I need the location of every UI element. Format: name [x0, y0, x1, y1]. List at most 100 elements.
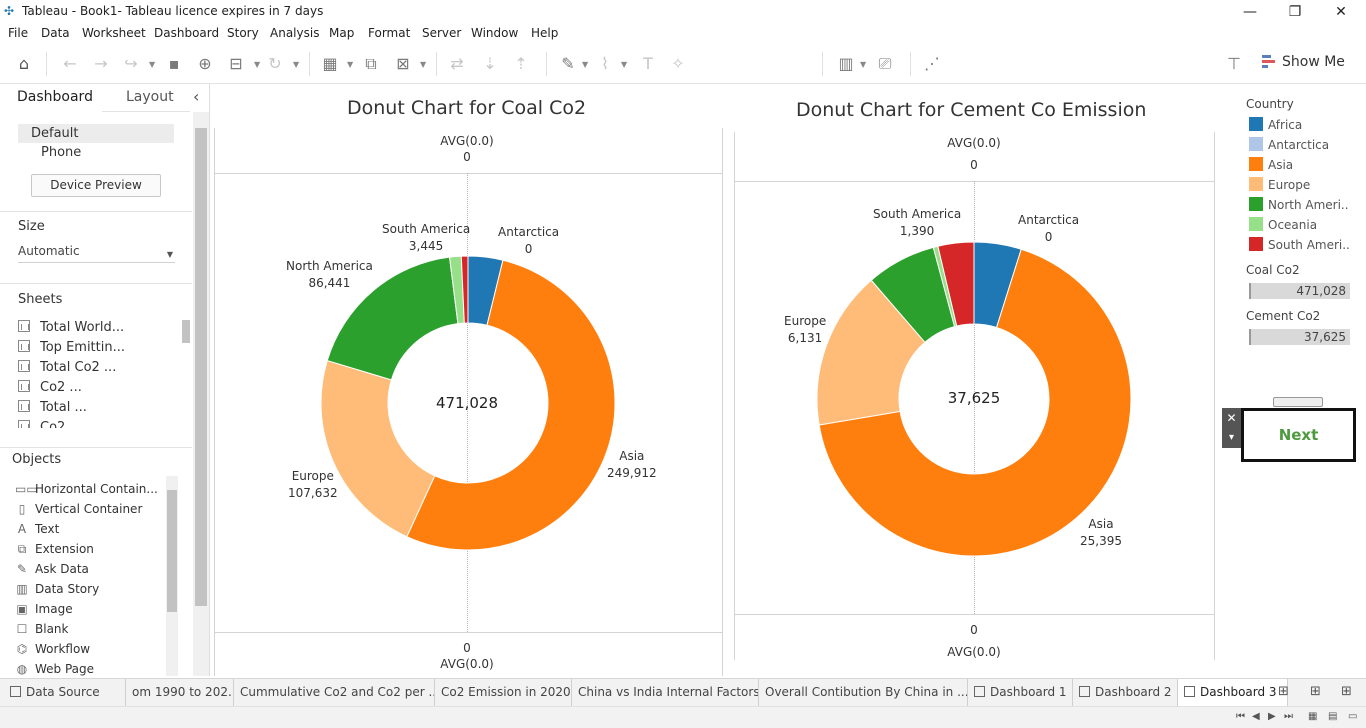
menu-server[interactable]: Server — [422, 26, 461, 40]
param-coal-co2[interactable]: 471,028 — [1249, 283, 1350, 299]
new-dashboard-tab-icon[interactable]: ⊞ — [1310, 684, 1321, 699]
sheet-item[interactable]: Total World... — [18, 320, 124, 340]
sheet-tab[interactable]: Co2 Emission in 2020 — [435, 679, 572, 707]
show-mark-labels-icon[interactable]: T — [638, 54, 658, 74]
menu-analysis[interactable]: Analysis — [270, 26, 319, 40]
pane-scrollbar-thumb[interactable] — [195, 128, 207, 606]
close-window-button[interactable]: ✕ — [1329, 2, 1353, 22]
chevron-down-icon[interactable]: ▼ — [293, 60, 299, 69]
menu-file[interactable]: File — [8, 26, 28, 40]
collapse-pane-icon[interactable]: ‹ — [193, 87, 199, 106]
sheet-tab[interactable]: Cummulative Co2 and Co2 per ... — [234, 679, 435, 707]
sheet-tab[interactable]: om 1990 to 202... — [126, 679, 234, 707]
next-sheet-icon[interactable]: ▶ — [1268, 711, 1276, 722]
presentation-mode-icon[interactable]: ⎚ — [875, 54, 895, 74]
sheet-item[interactable]: Total Co2 ... — [18, 360, 116, 380]
last-sheet-icon[interactable]: ⏭ — [1284, 711, 1293, 722]
object-data-story[interactable]: ▥ Data Story — [15, 582, 99, 602]
object-extension[interactable]: ⧉ Extension — [15, 542, 94, 562]
sort-descending-icon[interactable]: ⇡ — [511, 54, 531, 74]
grid-view-icon[interactable]: ▦ — [1308, 711, 1317, 722]
chevron-down-icon[interactable]: ▼ — [149, 60, 155, 69]
show-cards-icon[interactable]: ▥ — [836, 54, 856, 74]
donut-slice-europe[interactable] — [320, 359, 436, 538]
format-painter-icon[interactable]: ⊤ — [1224, 54, 1244, 74]
menu-help[interactable]: Help — [531, 26, 558, 40]
menu-worksheet[interactable]: Worksheet — [82, 26, 146, 40]
object-horizontal-container[interactable]: ▭▭Horizontal Contain... — [15, 482, 158, 502]
group-members-icon[interactable]: ⌇ — [595, 54, 615, 74]
tab-dashboard[interactable]: Dashboard — [17, 89, 93, 105]
sheet-item[interactable]: Total ... — [18, 400, 87, 420]
new-worksheet-tab-icon[interactable]: ⊞ — [1278, 684, 1289, 699]
pause-updates-icon[interactable]: ⊟ — [226, 54, 246, 74]
legend-item[interactable]: Africa — [1249, 117, 1302, 133]
sheet-item[interactable]: Co2 ... — [18, 380, 82, 400]
object-ask-data[interactable]: ✎ Ask Data — [15, 562, 89, 582]
legend-item[interactable]: Antarctica — [1249, 137, 1329, 153]
duplicate-sheet-icon[interactable]: ⧉ — [361, 54, 381, 74]
tab-layout[interactable]: Layout — [126, 89, 174, 105]
share-icon[interactable]: ⋰ — [922, 54, 942, 74]
param-cement-co2[interactable]: 37,625 — [1249, 329, 1350, 345]
undo-icon[interactable]: ← — [60, 54, 80, 74]
menu-story[interactable]: Story — [227, 26, 259, 40]
device-preview-button[interactable]: Device Preview — [31, 174, 161, 197]
sheet-item-clipped[interactable]: Co2 — [18, 420, 188, 428]
filmstrip-view-icon[interactable]: ▤ — [1328, 711, 1337, 722]
remove-object-icon[interactable]: ✕ — [1222, 408, 1241, 428]
device-default[interactable]: Default — [18, 124, 174, 143]
minimize-button[interactable]: — — [1238, 2, 1262, 22]
size-select[interactable]: Automatic ▼ — [18, 242, 175, 263]
object-blank[interactable]: ☐ Blank — [15, 622, 69, 642]
chevron-down-icon[interactable]: ▼ — [347, 60, 353, 69]
object-workflow[interactable]: ⌬ Workflow — [15, 642, 90, 662]
device-phone[interactable]: Phone — [41, 145, 81, 160]
fix-axes-icon[interactable]: ✧ — [668, 54, 688, 74]
refresh-icon[interactable]: ↻ — [265, 54, 285, 74]
more-options-icon[interactable]: ▾ — [1222, 428, 1241, 448]
new-story-tab-icon[interactable]: ⊞ — [1341, 684, 1352, 699]
menu-format[interactable]: Format — [368, 26, 410, 40]
new-data-source-icon[interactable]: ⊕ — [195, 54, 215, 74]
legend-item[interactable]: Oceania — [1249, 217, 1317, 233]
sheets-scrollbar[interactable] — [182, 320, 190, 343]
swap-rows-columns-icon[interactable]: ⇄ — [447, 54, 467, 74]
sort-ascending-icon[interactable]: ⇣ — [480, 54, 500, 74]
object-text[interactable]: A Text — [15, 522, 59, 542]
menu-dashboard[interactable]: Dashboard — [154, 26, 219, 40]
legend-item[interactable]: Asia — [1249, 157, 1293, 173]
chevron-down-icon[interactable]: ▼ — [254, 60, 260, 69]
tabs-view-icon[interactable]: ▭ — [1348, 711, 1357, 722]
prev-sheet-icon[interactable]: ◀ — [1252, 711, 1260, 722]
sheet-tab[interactable]: China vs India Internal Factors — [572, 679, 759, 707]
next-button[interactable]: Next — [1244, 411, 1353, 459]
first-sheet-icon[interactable]: ⏮ — [1236, 711, 1245, 722]
clear-sheet-icon[interactable]: ⊠ — [393, 54, 413, 74]
menu-map[interactable]: Map — [329, 26, 354, 40]
menu-data[interactable]: Data — [41, 26, 70, 40]
highlight-icon[interactable]: ✎ — [558, 54, 578, 74]
legend-item[interactable]: North Ameri.. — [1249, 197, 1349, 213]
legend-item[interactable]: South Ameri.. — [1249, 237, 1350, 253]
chevron-down-icon[interactable]: ▼ — [621, 60, 627, 69]
chevron-down-icon[interactable]: ▼ — [420, 60, 426, 69]
objects-scrollbar-thumb[interactable] — [167, 490, 177, 612]
home-icon[interactable]: ⌂ — [14, 54, 34, 74]
chevron-down-icon[interactable]: ▼ — [582, 60, 588, 69]
sheet-tab[interactable]: Dashboard 1 — [968, 679, 1073, 707]
object-image[interactable]: ▣ Image — [15, 602, 72, 622]
legend-item[interactable]: Europe — [1249, 177, 1310, 193]
save-icon[interactable]: ▪ — [164, 54, 184, 74]
replay-icon[interactable]: ↪ — [121, 54, 141, 74]
object-vertical-container[interactable]: ▯ Vertical Container — [15, 502, 143, 522]
sheet-tab[interactable]: Data Source — [4, 679, 126, 707]
sheet-tab[interactable]: Dashboard 3 — [1178, 679, 1288, 707]
menu-window[interactable]: Window — [471, 26, 518, 40]
sheet-item[interactable]: Top Emittin... — [18, 340, 125, 360]
new-worksheet-icon[interactable]: ▦ — [320, 54, 340, 74]
drag-handle[interactable] — [1273, 397, 1323, 407]
sheet-tab[interactable]: Dashboard 2 — [1073, 679, 1178, 707]
sheet-tab[interactable]: Overall Contibution By China in ... — [759, 679, 968, 707]
redo-icon[interactable]: → — [91, 54, 111, 74]
